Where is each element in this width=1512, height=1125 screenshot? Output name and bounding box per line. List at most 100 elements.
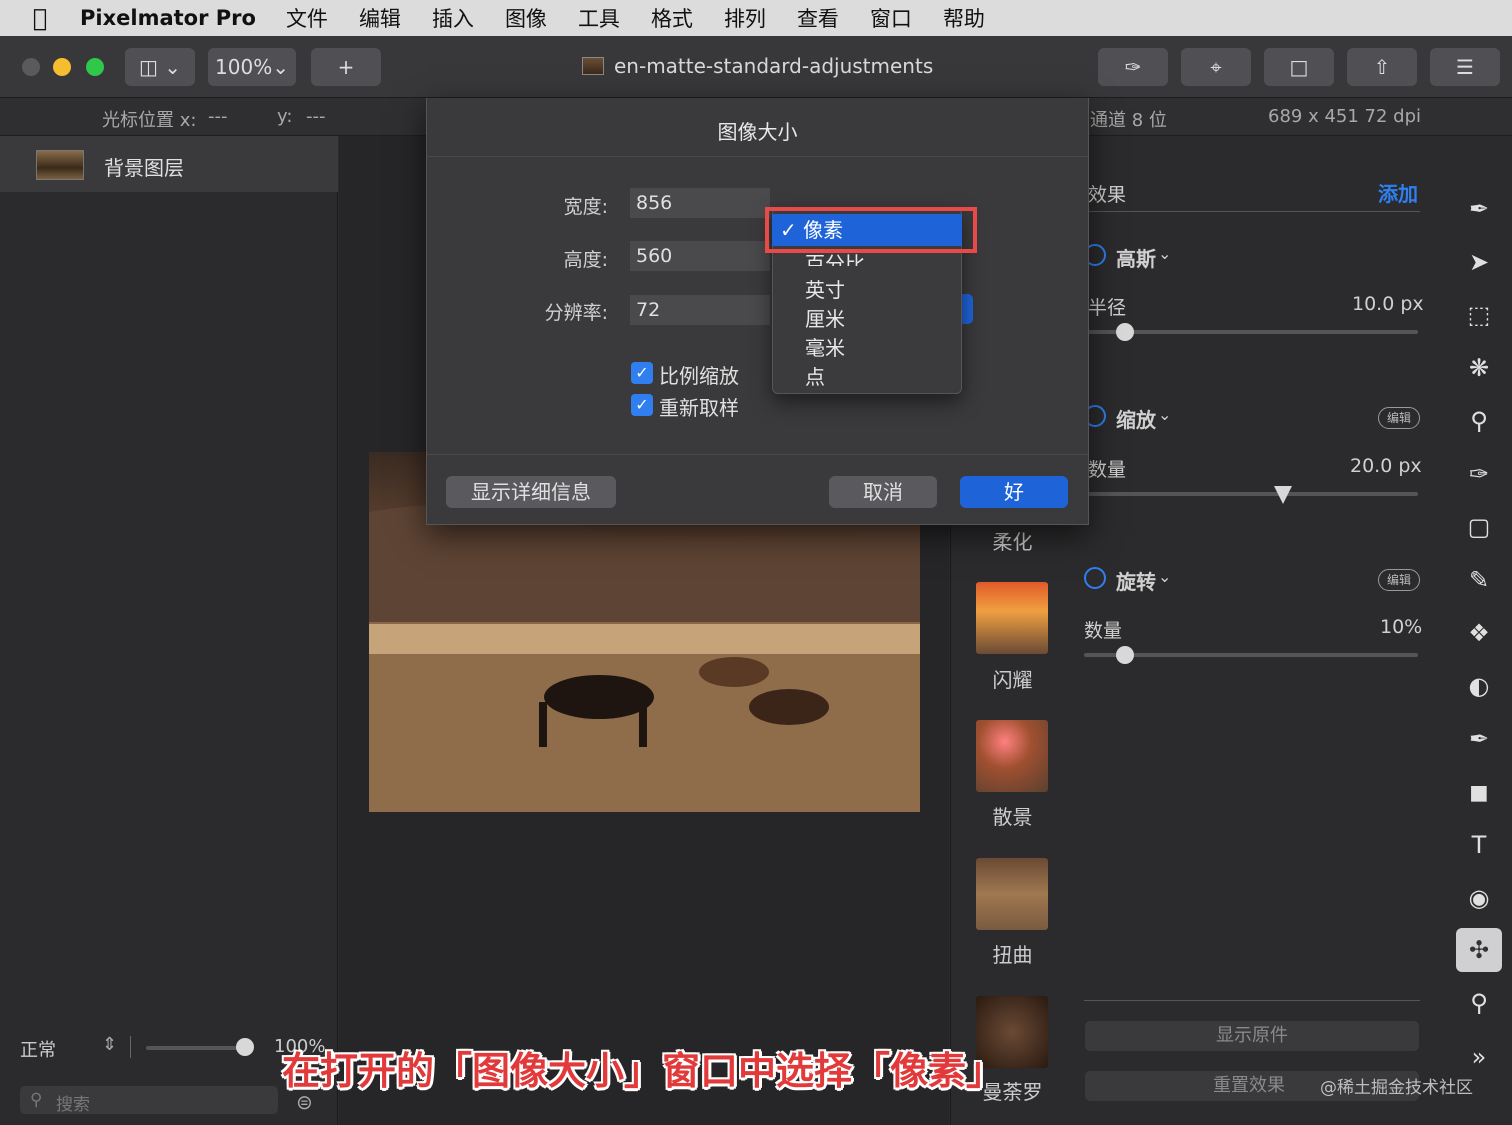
amount-slider[interactable]: [1088, 492, 1418, 496]
quick-select-icon[interactable]: ❋: [1458, 347, 1500, 389]
menu-view[interactable]: 查看: [797, 3, 839, 33]
show-original-button[interactable]: 显示原件: [1085, 1021, 1419, 1051]
more-tools-icon[interactable]: »: [1458, 1036, 1500, 1078]
menu-window[interactable]: 窗口: [870, 3, 912, 33]
resolution-label: 分辨率:: [544, 302, 608, 324]
chevron-down-icon[interactable]: ⌄: [1158, 244, 1171, 263]
radius-slider[interactable]: [1088, 330, 1418, 334]
menu-insert[interactable]: 插入: [432, 3, 474, 33]
color-select-icon[interactable]: ⚲: [1458, 400, 1500, 442]
cursor-label: 光标位置 x:: [102, 110, 197, 131]
divider: [427, 454, 1088, 455]
document-title-text: en-matte-standard-adjustments: [614, 54, 934, 78]
unit-option-mm[interactable]: 毫米: [805, 332, 845, 361]
resolution-field[interactable]: 72: [630, 295, 770, 325]
crop-button[interactable]: ⌖: [1181, 48, 1251, 86]
chevron-down-icon[interactable]: ⌄: [1158, 405, 1171, 424]
layer-name: 背景图层: [104, 156, 184, 180]
cursor-y-value: ---: [306, 106, 326, 127]
amount2-slider[interactable]: [1084, 653, 1418, 657]
menu-help[interactable]: 帮助: [943, 3, 985, 33]
zoom-tool-icon[interactable]: ⚲: [1458, 982, 1500, 1024]
color-adjust-icon[interactable]: ◉: [1458, 877, 1500, 919]
cursor-x-value: ---: [208, 106, 228, 127]
blend-mode-select[interactable]: 正常: [20, 1036, 56, 1062]
eraser-icon[interactable]: ✎: [1458, 559, 1500, 601]
constrain-checkbox[interactable]: ✓: [631, 362, 653, 384]
add-button[interactable]: +: [311, 48, 381, 86]
opacity-slider-knob[interactable]: [236, 1038, 254, 1056]
unit-option-points[interactable]: 点: [805, 361, 825, 390]
cursor-y-label: y:: [277, 106, 293, 127]
radius-value: 10.0 px: [1352, 293, 1424, 315]
watermark: @稀土掘金技术社区: [1320, 1078, 1473, 1098]
rotate-edit-button[interactable]: 编辑: [1378, 569, 1420, 591]
gauss-effect-title[interactable]: 高斯: [1116, 243, 1156, 272]
text-tool-icon[interactable]: T: [1458, 824, 1500, 866]
menu-edit[interactable]: 编辑: [359, 3, 401, 33]
menu-app-name[interactable]: Pixelmator Pro: [80, 6, 256, 30]
effect-label-bokeh: 散景: [992, 805, 1033, 829]
effect-label-shine: 闪耀: [992, 668, 1033, 692]
paint-tool-button[interactable]: ✑: [1098, 48, 1168, 86]
effect-thumb-bokeh[interactable]: [976, 720, 1048, 792]
ok-button[interactable]: 好: [960, 476, 1068, 508]
radius-slider-knob[interactable]: [1116, 323, 1134, 341]
sidebar-icon: ◫ ⌄: [138, 55, 181, 79]
pen-icon[interactable]: ✒: [1458, 718, 1500, 760]
effect-thumb-distort[interactable]: [976, 858, 1048, 930]
paint-brush-icon[interactable]: ✑: [1458, 453, 1500, 495]
gradient-icon[interactable]: ▢: [1458, 506, 1500, 548]
zoom-edit-button[interactable]: 编辑: [1378, 407, 1420, 429]
channel-info: 通道 8 位: [1090, 110, 1167, 131]
rotate-toggle[interactable]: [1084, 567, 1106, 589]
effects-tool-icon[interactable]: ✣: [1456, 928, 1502, 972]
apple-icon[interactable]: : [0, 4, 80, 32]
chevron-down-icon[interactable]: ⌄: [1158, 567, 1171, 586]
amount2-slider-knob[interactable]: [1116, 646, 1134, 664]
resample-checkbox[interactable]: ✓: [631, 394, 653, 416]
cancel-button[interactable]: 取消: [829, 476, 937, 508]
document-button[interactable]: □: [1264, 48, 1334, 86]
unit-option-inches[interactable]: 英寸: [805, 274, 845, 303]
add-effect-button[interactable]: 添加: [1378, 178, 1418, 207]
amount-label: 数量: [1088, 459, 1127, 481]
divider: [1084, 1000, 1420, 1001]
layers-panel: [0, 136, 338, 1125]
style-tool-icon[interactable]: ✒: [1458, 188, 1500, 230]
effects-title: 效果: [1088, 184, 1127, 206]
zoom-menu-button[interactable]: 100% ⌄: [208, 48, 296, 86]
zoom-window-icon[interactable]: [86, 58, 104, 76]
menu-bar:  Pixelmator Pro 文件 编辑 插入 图像 工具 格式 排列 查看…: [0, 0, 1512, 36]
selection-tool-icon[interactable]: ⬚: [1458, 294, 1500, 336]
divider: [130, 1036, 131, 1058]
document-icon: □: [1289, 55, 1309, 79]
effect-thumb-shine[interactable]: [976, 582, 1048, 654]
menu-image[interactable]: 图像: [505, 3, 547, 33]
rotate-effect-title[interactable]: 旋转: [1116, 566, 1156, 595]
menu-file[interactable]: 文件: [286, 3, 328, 33]
shape-icon[interactable]: ◼: [1458, 771, 1500, 813]
arrange-tool-icon[interactable]: ➤: [1458, 241, 1500, 283]
width-field[interactable]: 856: [630, 188, 770, 218]
adjust-button[interactable]: ☰: [1430, 48, 1500, 86]
amount-slider-knob[interactable]: [1274, 486, 1292, 504]
minimize-window-icon[interactable]: [53, 58, 71, 76]
unit-option-cm[interactable]: 厘米: [805, 303, 845, 332]
resample-label: 重新取样: [659, 396, 739, 420]
share-icon: ⇧: [1373, 55, 1391, 79]
zoom-effect-title[interactable]: 缩放: [1116, 404, 1156, 433]
zoom-value: 100%: [215, 55, 273, 79]
repair-icon[interactable]: ❖: [1458, 612, 1500, 654]
height-field[interactable]: 560: [630, 241, 770, 271]
menu-arrange[interactable]: 排列: [724, 3, 766, 33]
share-button[interactable]: ⇧: [1347, 48, 1417, 86]
close-window-icon[interactable]: [22, 58, 40, 76]
menu-format[interactable]: 格式: [651, 3, 693, 33]
sidebar-toggle-button[interactable]: ◫ ⌄: [125, 48, 195, 86]
document-thumbnail-icon: [582, 57, 604, 75]
menu-tools[interactable]: 工具: [578, 3, 620, 33]
retouch-icon[interactable]: ◐: [1458, 665, 1500, 707]
plus-icon: +: [337, 55, 355, 79]
show-details-button[interactable]: 显示详细信息: [446, 476, 616, 508]
